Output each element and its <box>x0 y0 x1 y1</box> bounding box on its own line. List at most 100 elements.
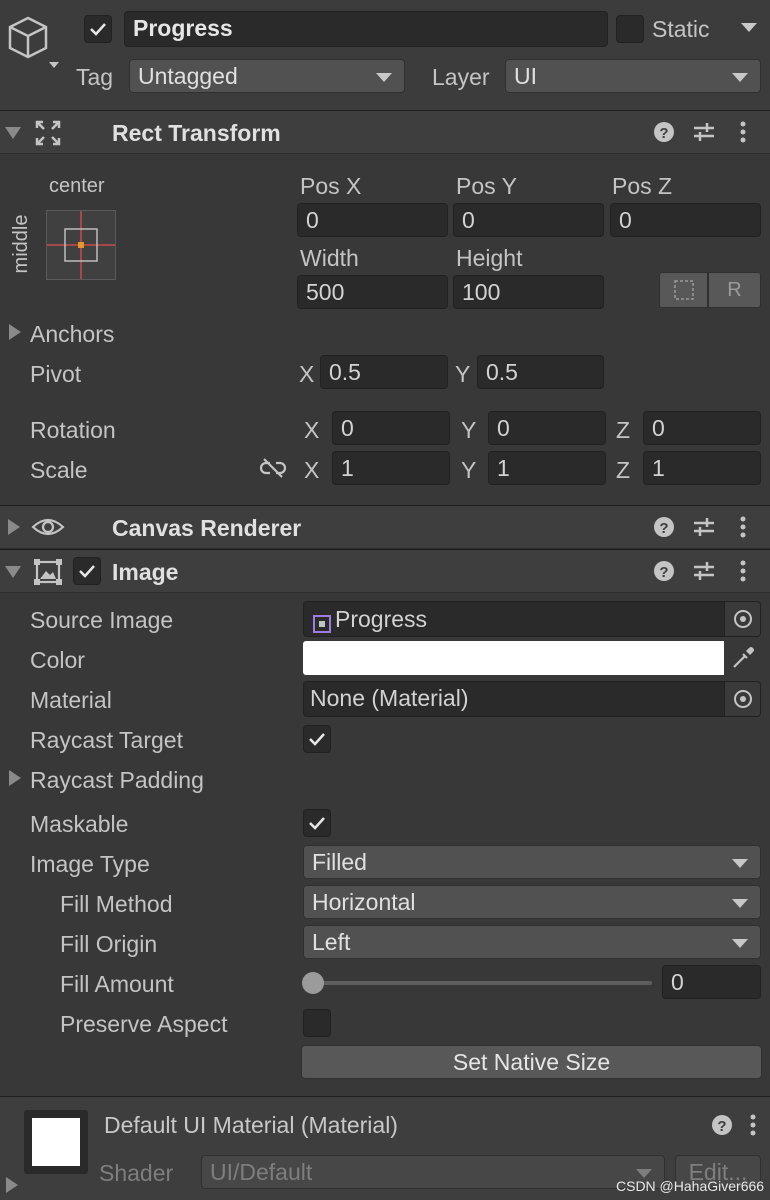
canvas-renderer-header[interactable]: Canvas Renderer ? <box>0 505 770 549</box>
chevron-down-icon <box>732 899 748 908</box>
gameobject-name-input[interactable]: Progress <box>124 11 608 47</box>
help-icon[interactable]: ? <box>711 1114 733 1142</box>
rotation-y-input[interactable]: 0 <box>488 411 606 445</box>
scale-x-input[interactable]: 1 <box>332 451 450 485</box>
raycast-padding-label[interactable]: Raycast Padding <box>30 766 204 794</box>
rotation-label: Rotation <box>30 417 116 443</box>
set-native-size-button[interactable]: Set Native Size <box>301 1045 762 1079</box>
fill-amount-label: Fill Amount <box>60 971 174 997</box>
kebab-menu-icon[interactable] <box>738 560 748 588</box>
link-icon[interactable] <box>259 457 287 485</box>
image-enabled-checkbox[interactable] <box>73 557 101 585</box>
help-icon[interactable]: ? <box>653 560 675 588</box>
fill-amount-input[interactable]: 0 <box>662 965 761 999</box>
pos-x-input[interactable]: 0 <box>297 203 448 237</box>
fill-amount-slider-track[interactable] <box>312 981 652 985</box>
help-icon[interactable]: ? <box>653 516 675 544</box>
pos-y-input[interactable]: 0 <box>453 203 604 237</box>
image-header[interactable]: Image ? <box>0 549 770 593</box>
anchor-presets-button[interactable] <box>46 210 116 280</box>
pivot-y-input[interactable]: 0.5 <box>477 355 604 389</box>
raycast-padding-foldout-arrow-icon[interactable] <box>9 770 21 786</box>
foldout-arrow-icon[interactable] <box>5 566 21 578</box>
source-image-field[interactable]: Progress <box>303 601 761 637</box>
kebab-menu-icon[interactable] <box>738 121 748 149</box>
material-label: Material <box>30 687 112 713</box>
material-field[interactable]: None (Material) <box>303 681 761 717</box>
raw-edit-mode-button[interactable]: R <box>708 272 761 308</box>
pivot-x-axis-label: X <box>299 361 315 387</box>
pivot-label: Pivot <box>30 361 82 387</box>
height-label: Height <box>456 245 523 271</box>
presets-icon[interactable] <box>692 516 716 544</box>
maskable-checkbox[interactable] <box>303 809 331 837</box>
chevron-down-icon <box>732 73 748 82</box>
pivot-x-input[interactable]: 0.5 <box>320 355 448 389</box>
gameobject-active-checkbox[interactable] <box>84 15 112 43</box>
presets-icon[interactable] <box>692 560 716 588</box>
preserve-aspect-checkbox[interactable] <box>303 1009 331 1037</box>
foldout-arrow-icon[interactable] <box>5 127 21 139</box>
fill-origin-dropdown[interactable]: Left <box>303 925 761 959</box>
sprite-icon <box>312 610 332 636</box>
kebab-menu-icon[interactable] <box>738 516 748 544</box>
preserve-aspect-label: Preserve Aspect <box>60 1011 228 1037</box>
rotation-x-axis-label: X <box>304 417 320 443</box>
shader-dropdown[interactable]: UI/Default <box>201 1155 665 1189</box>
layer-dropdown[interactable]: UI <box>505 59 761 93</box>
help-icon[interactable]: ? <box>653 121 675 149</box>
layer-value: UI <box>514 63 537 89</box>
eyedropper-icon[interactable] <box>730 645 756 677</box>
blueprint-mode-button[interactable] <box>659 272 708 308</box>
canvas-renderer-title: Canvas Renderer <box>112 515 302 541</box>
image-type-dropdown[interactable]: Filled <box>303 845 761 879</box>
eye-icon <box>31 515 65 545</box>
chevron-down-icon <box>376 73 392 82</box>
image-component-icon <box>34 559 62 591</box>
watermark-text: CSDN @HahaGiver666 <box>616 1178 765 1194</box>
blueprint-icon <box>674 280 694 300</box>
raycast-target-checkbox[interactable] <box>303 725 331 753</box>
pos-z-input[interactable]: 0 <box>610 203 761 237</box>
scale-z-input[interactable]: 1 <box>643 451 761 485</box>
material-foldout-arrow-icon[interactable] <box>6 1177 18 1193</box>
height-input[interactable]: 100 <box>453 275 604 309</box>
tag-value: Untagged <box>138 63 238 89</box>
fill-method-label: Fill Method <box>60 891 173 917</box>
foldout-arrow-icon[interactable] <box>8 519 20 535</box>
source-image-label: Source Image <box>30 607 174 633</box>
object-picker-button[interactable] <box>724 602 760 636</box>
width-input[interactable]: 500 <box>297 275 448 309</box>
static-label: Static <box>652 16 710 42</box>
object-picker-button[interactable] <box>724 682 760 716</box>
material-preview-thumbnail[interactable] <box>24 1110 88 1174</box>
kebab-menu-icon[interactable] <box>748 1114 758 1142</box>
fill-amount-slider-handle[interactable] <box>302 972 324 994</box>
rotation-z-input[interactable]: 0 <box>643 411 761 445</box>
target-icon <box>734 690 752 708</box>
shader-value: UI/Default <box>210 1159 313 1185</box>
maskable-label: Maskable <box>30 811 129 837</box>
rotation-x-input[interactable]: 0 <box>332 411 450 445</box>
color-swatch[interactable] <box>303 641 724 675</box>
static-checkbox[interactable] <box>616 15 644 43</box>
scale-y-input[interactable]: 1 <box>488 451 606 485</box>
svg-text:?: ? <box>659 520 668 537</box>
svg-text:?: ? <box>659 564 668 581</box>
target-icon <box>734 610 752 628</box>
chevron-down-icon <box>732 939 748 948</box>
rect-transform-header[interactable]: Rect Transform ? <box>0 110 770 154</box>
gameobject-header: Progress Static Tag Untagged Layer UI <box>0 0 770 110</box>
tag-dropdown[interactable]: Untagged <box>129 59 405 93</box>
scale-y-axis-label: Y <box>461 457 477 483</box>
gameobject-cube-icon[interactable] <box>6 12 60 68</box>
anchors-label[interactable]: Anchors <box>30 320 114 348</box>
raycast-target-label: Raycast Target <box>30 727 183 753</box>
fill-method-dropdown[interactable]: Horizontal <box>303 885 761 919</box>
anchor-vertical-label: middle <box>10 214 32 274</box>
static-dropdown-arrow[interactable] <box>741 23 757 32</box>
presets-icon[interactable] <box>692 121 716 149</box>
fill-origin-label: Fill Origin <box>60 931 158 957</box>
anchors-foldout-arrow-icon[interactable] <box>9 324 21 340</box>
rect-transform-title: Rect Transform <box>112 120 281 146</box>
